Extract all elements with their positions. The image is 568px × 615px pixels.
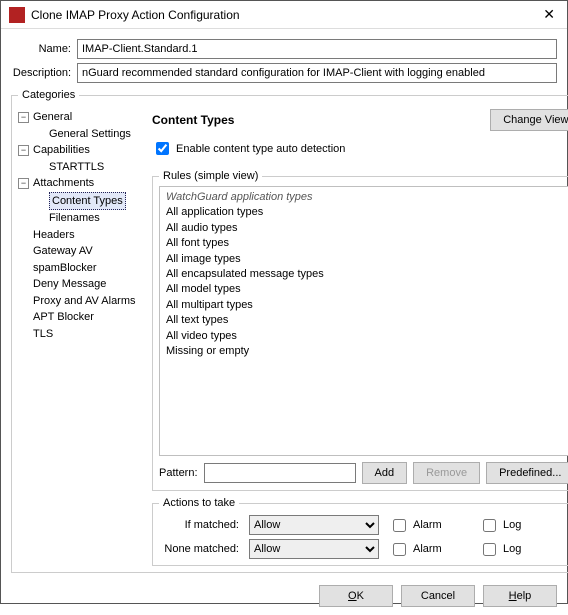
list-item[interactable]: All audio types (166, 221, 567, 236)
if-matched-alarm-checkbox[interactable] (393, 519, 406, 532)
tree-bullet (34, 195, 45, 206)
tree-bullet (18, 246, 29, 257)
rules-legend: Rules (simple view) (159, 170, 262, 182)
tree-item[interactable]: APT Blocker (18, 309, 146, 326)
tree-item[interactable]: Filenames (18, 210, 146, 227)
tree-item[interactable]: Deny Message (18, 276, 146, 293)
tree-item[interactable]: −General (18, 109, 146, 126)
tree-label: Proxy and AV Alarms (33, 293, 136, 310)
list-item[interactable]: All text types (166, 313, 567, 328)
tree-label: General (33, 109, 72, 126)
tree-label: Filenames (49, 210, 100, 227)
none-matched-log-checkbox[interactable] (483, 543, 496, 556)
tree-item[interactable]: −Capabilities (18, 142, 146, 159)
tree-label: spamBlocker (33, 260, 97, 277)
app-icon (9, 7, 25, 23)
list-item[interactable]: All font types (166, 236, 567, 251)
collapse-icon[interactable]: − (18, 145, 29, 156)
if-matched-label: If matched: (159, 519, 239, 531)
list-item[interactable]: Missing or empty (166, 344, 567, 359)
predefined-button[interactable]: Predefined... (486, 462, 568, 484)
list-item[interactable]: WatchGuard application types (166, 190, 567, 205)
window-title: Clone IMAP Proxy Action Configuration (31, 8, 539, 22)
close-icon[interactable]: ✕ (539, 6, 559, 23)
tree-item[interactable]: TLS (18, 326, 146, 343)
tree-bullet (18, 312, 29, 323)
remove-button[interactable]: Remove (413, 462, 480, 484)
list-item[interactable]: All application types (166, 205, 567, 220)
tree-label: Gateway AV (33, 243, 93, 260)
log-label: Log (503, 519, 521, 531)
pattern-input[interactable] (204, 463, 356, 483)
tree-bullet (34, 128, 45, 139)
tree-bullet (18, 279, 29, 290)
description-field[interactable] (77, 63, 557, 83)
tree-bullet (34, 161, 45, 172)
tree-label: Deny Message (33, 276, 106, 293)
list-item[interactable]: All encapsulated message types (166, 267, 567, 282)
tree-bullet (34, 213, 45, 224)
tree-label: Content Types (49, 192, 126, 211)
change-view-button[interactable]: Change View (490, 109, 568, 131)
collapse-icon[interactable]: − (18, 112, 29, 123)
rules-fieldset: Rules (simple view) WatchGuard applicati… (152, 170, 568, 491)
rules-list[interactable]: WatchGuard application typesAll applicat… (159, 186, 568, 456)
name-field[interactable] (77, 39, 557, 59)
tree-item[interactable]: Gateway AV (18, 243, 146, 260)
titlebar: Clone IMAP Proxy Action Configuration ✕ (1, 1, 567, 29)
collapse-icon[interactable]: − (18, 178, 29, 189)
pattern-label: Pattern: (159, 467, 198, 479)
tree-label: Capabilities (33, 142, 90, 159)
tree-bullet (18, 328, 29, 339)
tree-label: Headers (33, 227, 75, 244)
tree-item[interactable]: General Settings (18, 126, 146, 143)
alarm-label: Alarm (413, 543, 442, 555)
categories-legend: Categories (18, 89, 79, 101)
description-label: Description: (11, 67, 71, 79)
tree-label: General Settings (49, 126, 131, 143)
categories-tree[interactable]: −GeneralGeneral Settings−CapabilitiesSTA… (18, 109, 146, 566)
enable-auto-label: Enable content type auto detection (176, 143, 345, 155)
none-matched-alarm-checkbox[interactable] (393, 543, 406, 556)
tree-label: STARTTLS (49, 159, 104, 176)
tree-label: APT Blocker (33, 309, 94, 326)
none-matched-select[interactable]: Allow (249, 539, 379, 559)
alarm-label: Alarm (413, 519, 442, 531)
tree-label: TLS (33, 326, 53, 343)
name-label: Name: (11, 43, 71, 55)
tree-bullet (18, 295, 29, 306)
tree-item[interactable]: Proxy and AV Alarms (18, 293, 146, 310)
add-button[interactable]: Add (362, 462, 408, 484)
panel-title: Content Types (152, 113, 234, 127)
none-matched-label: None matched: (159, 543, 239, 555)
list-item[interactable]: All multipart types (166, 298, 567, 313)
tree-item[interactable]: STARTTLS (18, 159, 146, 176)
if-matched-log-checkbox[interactable] (483, 519, 496, 532)
if-matched-select[interactable]: Allow (249, 515, 379, 535)
log-label: Log (503, 543, 521, 555)
list-item[interactable]: All model types (166, 282, 567, 297)
list-item[interactable]: All image types (166, 252, 567, 267)
categories-fieldset: Categories −GeneralGeneral Settings−Capa… (11, 89, 568, 573)
tree-label: Attachments (33, 175, 94, 192)
tree-item[interactable]: −Attachments (18, 175, 146, 192)
tree-bullet (18, 229, 29, 240)
actions-fieldset: Actions to take If matched: Allow Alarm … (152, 497, 568, 566)
tree-item[interactable]: spamBlocker (18, 260, 146, 277)
tree-bullet (18, 262, 29, 273)
tree-item[interactable]: Headers (18, 227, 146, 244)
tree-item[interactable]: Content Types (18, 192, 146, 211)
list-item[interactable]: All video types (166, 329, 567, 344)
actions-legend: Actions to take (159, 497, 239, 509)
enable-auto-checkbox[interactable] (156, 142, 169, 155)
